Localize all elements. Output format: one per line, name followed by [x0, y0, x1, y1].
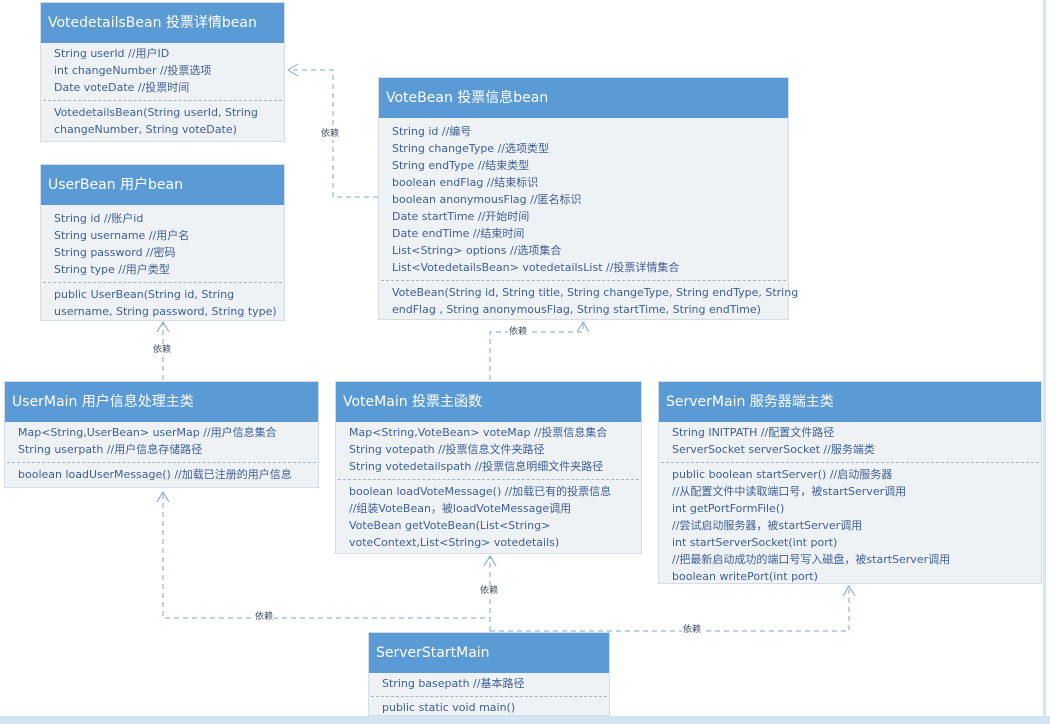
class-methods: VoteBean(String id, String title, String… — [379, 282, 799, 321]
class-methods: boolean loadVoteMessage() //加载已有的投票信息 //… — [336, 481, 641, 554]
connector-serverstartmain-servermain — [490, 586, 850, 632]
field-line: Date voteDate //投票时间 — [54, 81, 190, 94]
field-line: String type //用户类型 — [54, 263, 170, 276]
method-line: //组装VoteBean，被loadVoteMessage调用 — [349, 502, 572, 515]
field-line: String INITPATH //配置文件路径 — [672, 426, 835, 439]
section-divider — [7, 462, 316, 463]
field-line: String changeType //选项类型 — [392, 142, 549, 155]
field-line: String id //编号 — [392, 125, 472, 138]
field-line: List<VotedetailsBean> votedetailsList //… — [392, 261, 680, 274]
method-line: boolean loadVoteMessage() //加载已有的投票信息 — [349, 485, 612, 498]
field-line: Date startTime //开始时间 — [392, 210, 530, 223]
class-fields: Map<String,VoteBean> voteMap //投票信息集合 St… — [336, 422, 641, 478]
field-line: String password //密码 — [54, 246, 176, 259]
field-line: String votedetailspath //投票信息明细文件夹路径 — [349, 460, 604, 473]
section-divider — [371, 696, 607, 697]
class-title: UserBean 用户bean — [41, 165, 284, 205]
field-line: Map<String,UserBean> userMap //用户信息集合 — [18, 426, 277, 439]
class-title: ServerMain 服务器端主类 — [659, 382, 1041, 422]
field-line: boolean endFlag //结束标识 — [392, 176, 539, 189]
class-fields: String userId //用户ID int changeNumber //… — [41, 43, 284, 99]
field-line: boolean anonymousFlag //匿名标识 — [392, 193, 582, 206]
field-line: String basepath //基本路径 — [382, 677, 525, 690]
class-methods: boolean loadUserMessage() //加载已注册的用户信息 — [5, 464, 318, 486]
class-methods: public static void main() — [369, 698, 609, 719]
method-line: VoteBean getVoteBean(List<String> — [349, 519, 551, 532]
class-fields: String id //账户id String username //用户名 S… — [41, 205, 284, 281]
method-line: public static void main() — [382, 701, 516, 714]
relation-label: 依赖 — [508, 327, 529, 338]
method-line: VoteBean(String id, String title, String… — [392, 286, 799, 299]
field-line: Map<String,VoteBean> voteMap //投票信息集合 — [349, 426, 608, 439]
class-title: ServerStartMain — [369, 633, 609, 673]
section-divider — [338, 479, 639, 480]
section-divider — [661, 462, 1039, 463]
field-line: int changeNumber //投票选项 — [54, 64, 212, 77]
method-line: int getPortFormFile() — [672, 502, 785, 515]
class-title: VotedetailsBean 投票详情bean — [41, 3, 284, 43]
field-line: List<String> options //选项集合 — [392, 244, 562, 257]
method-line: //把最新启动成功的端口号写入磁盘，被startServer调用 — [672, 553, 951, 566]
relation-label: 依赖 — [682, 625, 703, 636]
class-box-votebean: VoteBean 投票信息bean String id //编号 String … — [378, 77, 799, 321]
field-line: String username //用户名 — [54, 229, 190, 242]
method-line: VotedetailsBean(String userId, String — [54, 106, 258, 119]
class-title: VoteMain 投票主函数 — [336, 382, 641, 422]
class-title: VoteBean 投票信息bean — [379, 78, 788, 118]
class-box-votedetailsbean: VotedetailsBean 投票详情bean String userId /… — [40, 2, 285, 142]
class-methods: public boolean startServer() //启动服务器 //从… — [659, 464, 1041, 588]
connector-votemain-votebean — [489, 322, 584, 380]
relation-label: 依赖 — [479, 586, 500, 597]
field-line: String votepath //投票信息文件夹路径 — [349, 443, 545, 456]
field-line: String userId //用户ID — [54, 47, 170, 60]
method-line: public boolean startServer() //启动服务器 — [672, 468, 893, 481]
section-divider — [43, 100, 282, 101]
class-fields: String INITPATH //配置文件路径 ServerSocket se… — [659, 422, 1041, 461]
method-line: //尝试启动服务器，被startServer调用 — [672, 519, 863, 532]
class-title: UserMain 用户信息处理主类 — [5, 382, 318, 422]
method-line: changeNumber, String voteDate) — [54, 123, 237, 136]
class-methods: public UserBean(String id, String userna… — [41, 284, 284, 323]
method-line: voteContext,List<String> votedetails) — [349, 536, 560, 549]
field-line: String userpath //用户信息存储路径 — [18, 443, 203, 456]
relation-label: 依赖 — [254, 612, 275, 623]
class-box-serverstartmain: ServerStartMain String basepath //基本路径 p… — [368, 632, 610, 716]
relation-label: 依赖 — [152, 345, 173, 356]
field-line: String endType //结束类型 — [392, 159, 530, 172]
class-box-servermain: ServerMain 服务器端主类 String INITPATH //配置文件… — [658, 381, 1042, 584]
section-divider — [381, 280, 786, 281]
class-box-votemain: VoteMain 投票主函数 Map<String,VoteBean> vote… — [335, 381, 642, 554]
method-line: boolean loadUserMessage() //加载已注册的用户信息 — [18, 468, 292, 481]
method-line: boolean writePort(int port) — [672, 570, 818, 583]
class-fields: Map<String,UserBean> userMap //用户信息集合 St… — [5, 422, 318, 461]
class-box-usermain: UserMain 用户信息处理主类 Map<String,UserBean> u… — [4, 381, 319, 488]
class-methods: VotedetailsBean(String userId, String ch… — [41, 102, 284, 141]
method-line: username, String password, String type) — [54, 305, 277, 318]
field-line: Date endTime //结束时间 — [392, 227, 525, 240]
field-line: ServerSocket serverSocket //服务端类 — [672, 443, 875, 456]
section-divider — [43, 282, 282, 283]
method-line: int startServerSocket(int port) — [672, 536, 838, 549]
class-box-userbean: UserBean 用户bean String id //账户id String … — [40, 164, 285, 321]
relation-label: 依赖 — [320, 129, 341, 140]
method-line: endFlag , String anonymousFlag, String s… — [392, 303, 761, 316]
field-line: String id //账户id — [54, 212, 144, 225]
method-line: public UserBean(String id, String — [54, 288, 235, 301]
class-fields: String id //编号 String changeType //选项类型 … — [379, 118, 788, 279]
method-line: //从配置文件中读取端口号，被startServer调用 — [672, 485, 907, 498]
class-fields: String basepath //基本路径 — [369, 673, 609, 695]
